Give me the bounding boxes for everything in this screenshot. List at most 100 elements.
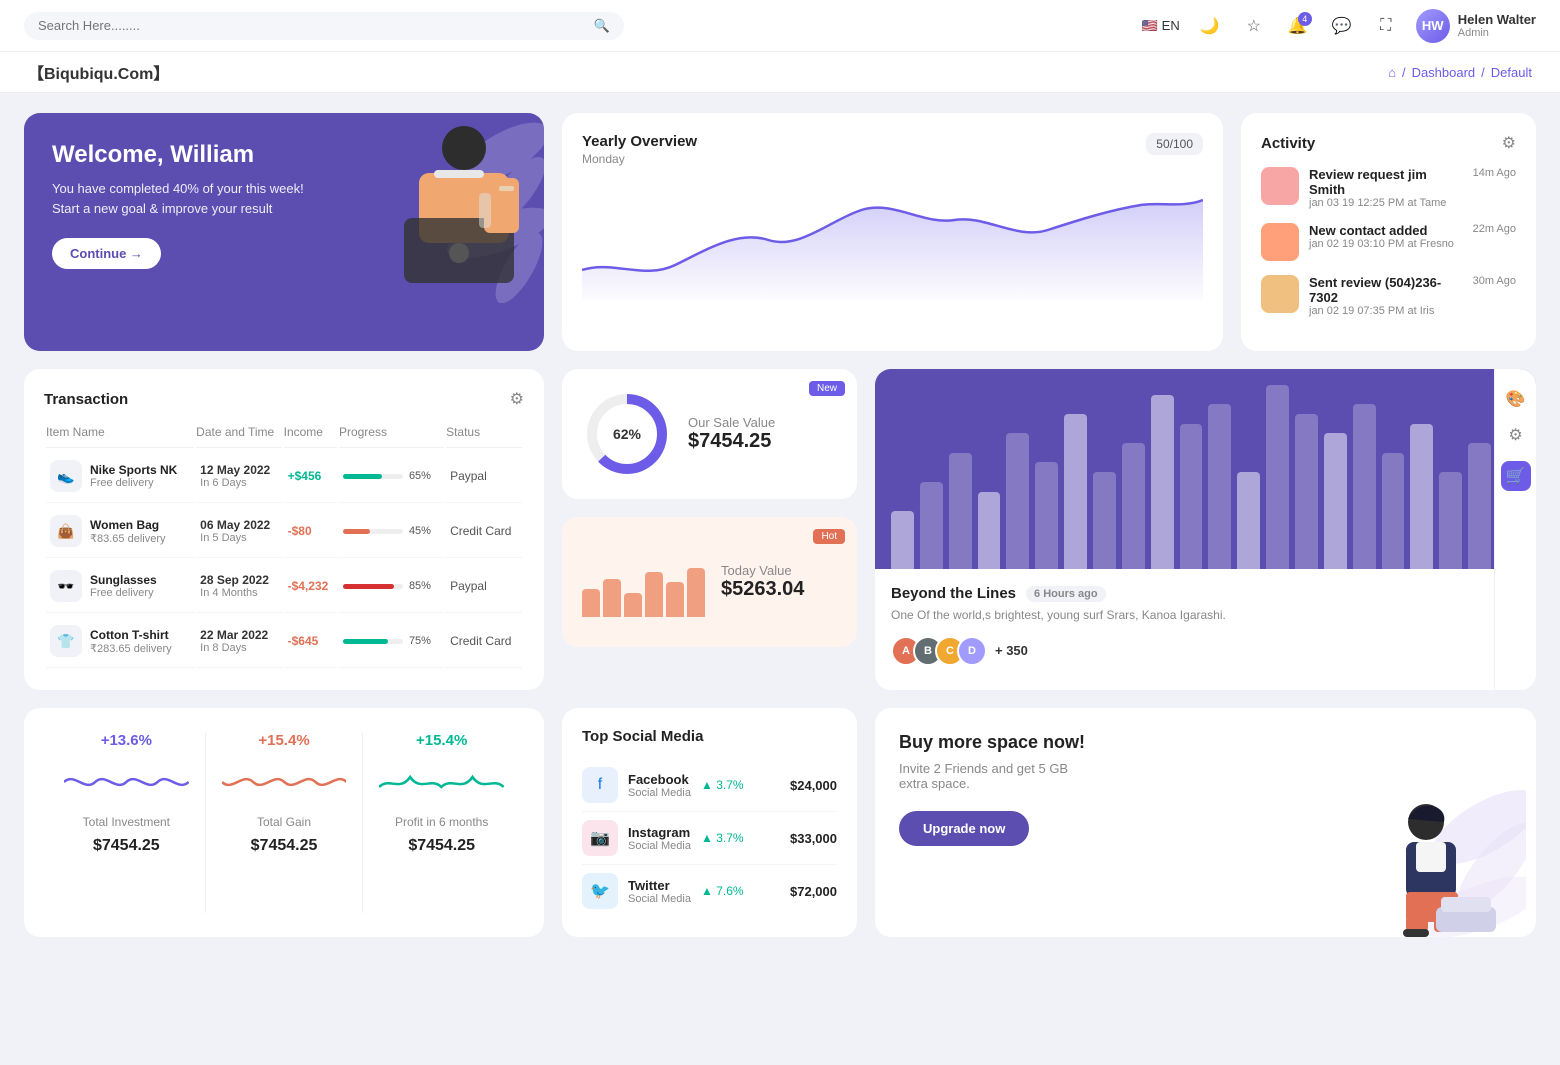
bar-3 <box>624 593 642 618</box>
notification-badge: 4 <box>1298 12 1312 26</box>
fullscreen-icon[interactable]: ⛶ <box>1372 12 1400 40</box>
progress-label-2: 85% <box>409 580 431 592</box>
beyond-avatars: A B C D <box>891 636 979 666</box>
item-name-3: Cotton T-shirt <box>90 628 172 642</box>
yearly-title: Yearly Overview <box>582 133 697 150</box>
sale-new-label: Our Sale Value <box>688 415 775 430</box>
yearly-header: Yearly Overview Monday 50/100 <box>582 133 1203 166</box>
beyond-bar-5 <box>1035 462 1058 569</box>
item-sub-2: Free delivery <box>90 587 157 599</box>
social-amount-2: $72,000 <box>790 884 837 899</box>
cell-progress-1: 45% <box>339 505 444 558</box>
col-progress: Progress <box>339 425 444 448</box>
beyond-avatars-group: A B C D + 350 <box>891 636 1028 666</box>
bar-2 <box>603 579 621 618</box>
beyond-bar-1 <box>920 482 943 569</box>
stat-item-2: +15.4% Profit in 6 months $7454.25 <box>363 732 520 913</box>
continue-button[interactable]: Continue → <box>52 238 161 269</box>
hot-badge: Hot <box>813 529 845 544</box>
col-item: Item Name <box>46 425 194 448</box>
sale-new-card: New 62% Our Sale Value $7454.25 <box>562 369 857 499</box>
user-menu[interactable]: HW Helen Walter Admin <box>1416 9 1536 43</box>
cart-icon[interactable]: 🛒 <box>1501 461 1531 491</box>
sale-new-info: Our Sale Value $7454.25 <box>688 415 775 453</box>
notification-icon[interactable]: 🔔 4 <box>1284 12 1312 40</box>
item-sub-1: ₹83.65 delivery <box>90 532 166 545</box>
dark-mode-toggle[interactable]: 🌙 <box>1196 12 1224 40</box>
transaction-body: 👟 Nike Sports NK Free delivery 12 May 20… <box>46 450 522 668</box>
home-icon[interactable]: ⌂ <box>1388 65 1396 80</box>
cell-status-1: Credit Card <box>446 505 522 558</box>
stat-value-1: $7454.25 <box>251 837 318 855</box>
main-content: Welcome, William You have completed 40% … <box>0 93 1560 957</box>
activity-settings-icon[interactable]: ⚙ <box>1502 133 1516 153</box>
stat-wave-2 <box>379 757 504 807</box>
header-right: 🇺🇸 EN 🌙 ☆ 🔔 4 💬 ⛶ HW Helen Walter Admin <box>1141 9 1536 43</box>
activity-card: Activity ⚙ Review request jim Smith jan … <box>1241 113 1536 351</box>
col-income: Income <box>284 425 337 448</box>
buy-title: Buy more space now! <box>899 732 1512 753</box>
activity-sub-1: jan 02 19 03:10 PM at Fresno <box>1309 238 1463 250</box>
social-icon-1: 📷 <box>582 820 618 856</box>
cell-date-0: 12 May 2022 In 6 Days <box>196 450 281 503</box>
progress-label-1: 45% <box>409 525 431 537</box>
cell-item-3: 👕 Cotton T-shirt ₹283.65 delivery <box>46 615 194 668</box>
language-selector[interactable]: 🇺🇸 EN <box>1141 18 1179 34</box>
social-info-1: Instagram Social Media <box>628 825 691 852</box>
stat-item-0: +13.6% Total Investment $7454.25 <box>48 732 206 913</box>
cell-item-2: 🕶️ Sunglasses Free delivery <box>46 560 194 613</box>
cell-status-0: Paypal <box>446 450 522 503</box>
item-name-0: Nike Sports NK <box>90 463 177 477</box>
activity-title-0: Review request jim Smith <box>1309 167 1463 197</box>
upgrade-button[interactable]: Upgrade now <box>899 811 1029 846</box>
settings-icon[interactable]: ⚙ <box>1508 425 1522 445</box>
item-period-2: In 4 Months <box>200 587 277 599</box>
breadcrumb-dashboard[interactable]: Dashboard <box>1412 65 1476 80</box>
flag-icon: 🇺🇸 <box>1141 18 1157 34</box>
beyond-lines-card: 🎨 ⚙ 🛒 Beyond the Lines 6 Hours ago One O… <box>875 369 1536 690</box>
cell-income-1: -$80 <box>284 505 337 558</box>
plus-count: + 350 <box>995 643 1028 658</box>
activity-title: Activity <box>1261 135 1315 152</box>
search-icon: 🔍 <box>594 18 610 34</box>
search-input[interactable] <box>38 18 586 33</box>
activity-time-0: 14m Ago <box>1473 167 1516 179</box>
star-icon[interactable]: ☆ <box>1240 12 1268 40</box>
table-row: 🕶️ Sunglasses Free delivery 28 Sep 2022 … <box>46 560 522 613</box>
cell-progress-2: 85% <box>339 560 444 613</box>
progress-label-3: 75% <box>409 635 431 647</box>
chat-icon[interactable]: 💬 <box>1328 12 1356 40</box>
beyond-content: Beyond the Lines 6 Hours ago One Of the … <box>875 569 1536 684</box>
new-badge: New <box>809 381 845 396</box>
activity-item: New contact added jan 02 19 03:10 PM at … <box>1261 223 1516 261</box>
item-period-1: In 5 Days <box>200 532 277 544</box>
social-growth-2: ▲ 7.6% <box>701 884 744 898</box>
item-period-0: In 6 Days <box>200 477 277 489</box>
item-icon-0: 👟 <box>50 460 82 492</box>
yearly-chart-svg <box>582 170 1203 300</box>
cell-progress-3: 75% <box>339 615 444 668</box>
activity-sub-2: jan 02 19 07:35 PM at Iris <box>1309 305 1463 317</box>
beyond-right-icons: 🎨 ⚙ 🛒 <box>1494 369 1536 690</box>
cell-date-3: 22 Mar 2022 In 8 Days <box>196 615 281 668</box>
stat-item-1: +15.4% Total Gain $7454.25 <box>206 732 364 913</box>
transaction-settings-icon[interactable]: ⚙ <box>510 389 524 409</box>
activity-time-1: 22m Ago <box>1473 223 1516 235</box>
hot-sale-bars <box>582 547 705 617</box>
col-date: Date and Time <box>196 425 281 448</box>
svg-text:62%: 62% <box>613 426 642 442</box>
row-3: +13.6% Total Investment $7454.25 +15.4% … <box>24 708 1536 937</box>
item-sub-3: ₹283.65 delivery <box>90 642 172 655</box>
stat-value-2: $7454.25 <box>408 837 475 855</box>
cell-income-3: -$645 <box>284 615 337 668</box>
cell-item-1: 👜 Women Bag ₹83.65 delivery <box>46 505 194 558</box>
search-bar[interactable]: 🔍 <box>24 12 624 40</box>
activity-item: Sent review (504)236-7302 jan 02 19 07:3… <box>1261 275 1516 317</box>
paint-icon[interactable]: 🎨 <box>1506 389 1526 409</box>
beyond-bar-4 <box>1006 433 1029 569</box>
social-name-1: Instagram <box>628 825 691 840</box>
cell-date-1: 06 May 2022 In 5 Days <box>196 505 281 558</box>
item-name-1: Women Bag <box>90 518 166 532</box>
social-growth-1: ▲ 3.7% <box>701 831 744 845</box>
beyond-bar-7 <box>1093 472 1116 569</box>
